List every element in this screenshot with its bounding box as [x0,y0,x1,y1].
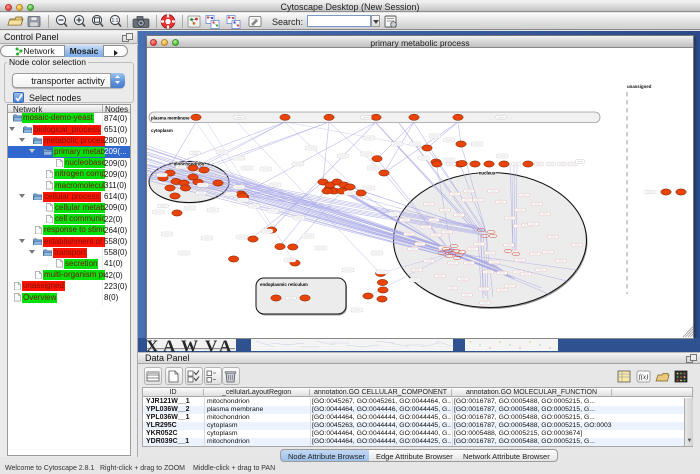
svg-text:nucleus: nucleus [479,171,496,176]
svg-text:W: W [181,338,198,352]
svg-text:X: X [146,338,159,352]
svg-text:A: A [219,338,232,352]
svg-text:cytoplasm: cytoplasm [151,128,173,133]
svg-text:f(x): f(x) [639,373,649,381]
svg-text:A: A [163,338,176,352]
svg-text:V: V [205,338,218,352]
svg-text:unassigned: unassigned [627,84,652,89]
svg-text:plasma membrane: plasma membrane [151,116,190,121]
svg-text:endoplasmic reticulum: endoplasmic reticulum [260,282,308,287]
